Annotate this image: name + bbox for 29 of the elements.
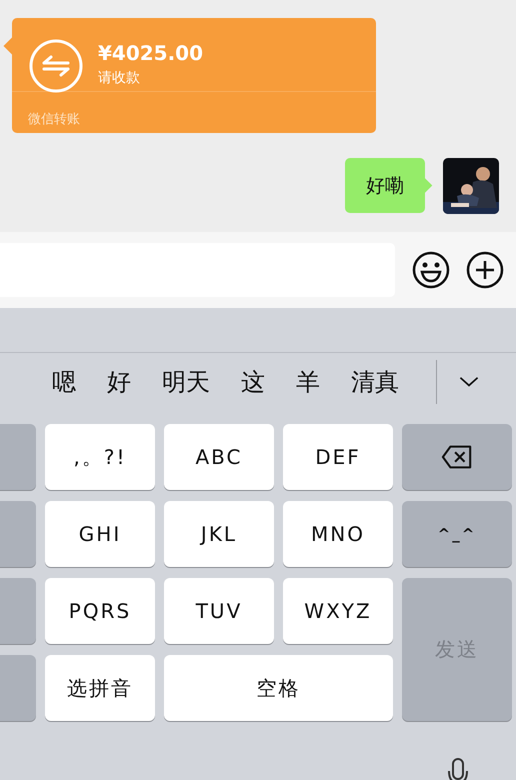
keyboard-key[interactable]: 选拼音	[45, 655, 155, 721]
chevron-down-icon[interactable]	[458, 376, 480, 388]
transfer-label: 微信转账	[27, 111, 81, 128]
space-key[interactable]: 空格	[164, 655, 393, 721]
transfer-icon	[28, 38, 84, 94]
candidate-word[interactable]: 明天	[162, 366, 210, 398]
delete-key[interactable]	[402, 424, 512, 490]
candidate-word[interactable]: 嗯	[52, 366, 76, 398]
candidate-word[interactable]: 这	[241, 366, 265, 398]
transfer-note: 请收款	[98, 68, 141, 86]
keyboard-key[interactable]: GHI	[45, 501, 155, 567]
candidate-word[interactable]: 羊	[296, 366, 320, 398]
backspace-icon	[441, 444, 473, 470]
keyboard-key[interactable]: JKL	[164, 501, 274, 567]
keyboard-key[interactable]: MNO	[283, 501, 393, 567]
keyboard-key[interactable]: PQRS	[45, 578, 155, 644]
keyboard-key[interactable]: DEF	[283, 424, 393, 490]
message-bubble: 好嘞	[345, 158, 425, 213]
keyboard-key[interactable]: WXYZ	[283, 578, 393, 644]
emoji-icon[interactable]	[411, 250, 451, 290]
candidate-word[interactable]: 好	[107, 366, 131, 398]
keyboard-key[interactable]: TUV	[164, 578, 274, 644]
emoticon-key[interactable]: ^_^	[402, 501, 512, 567]
keyboard-key[interactable]: ABC	[164, 424, 274, 490]
microphone-icon[interactable]	[446, 757, 470, 780]
keyboard-key[interactable]: ,。?!	[45, 424, 155, 490]
transfer-amount: ¥4025.00	[98, 40, 204, 64]
plus-icon[interactable]	[465, 250, 505, 290]
candidate-word[interactable]: 清真	[351, 366, 399, 398]
